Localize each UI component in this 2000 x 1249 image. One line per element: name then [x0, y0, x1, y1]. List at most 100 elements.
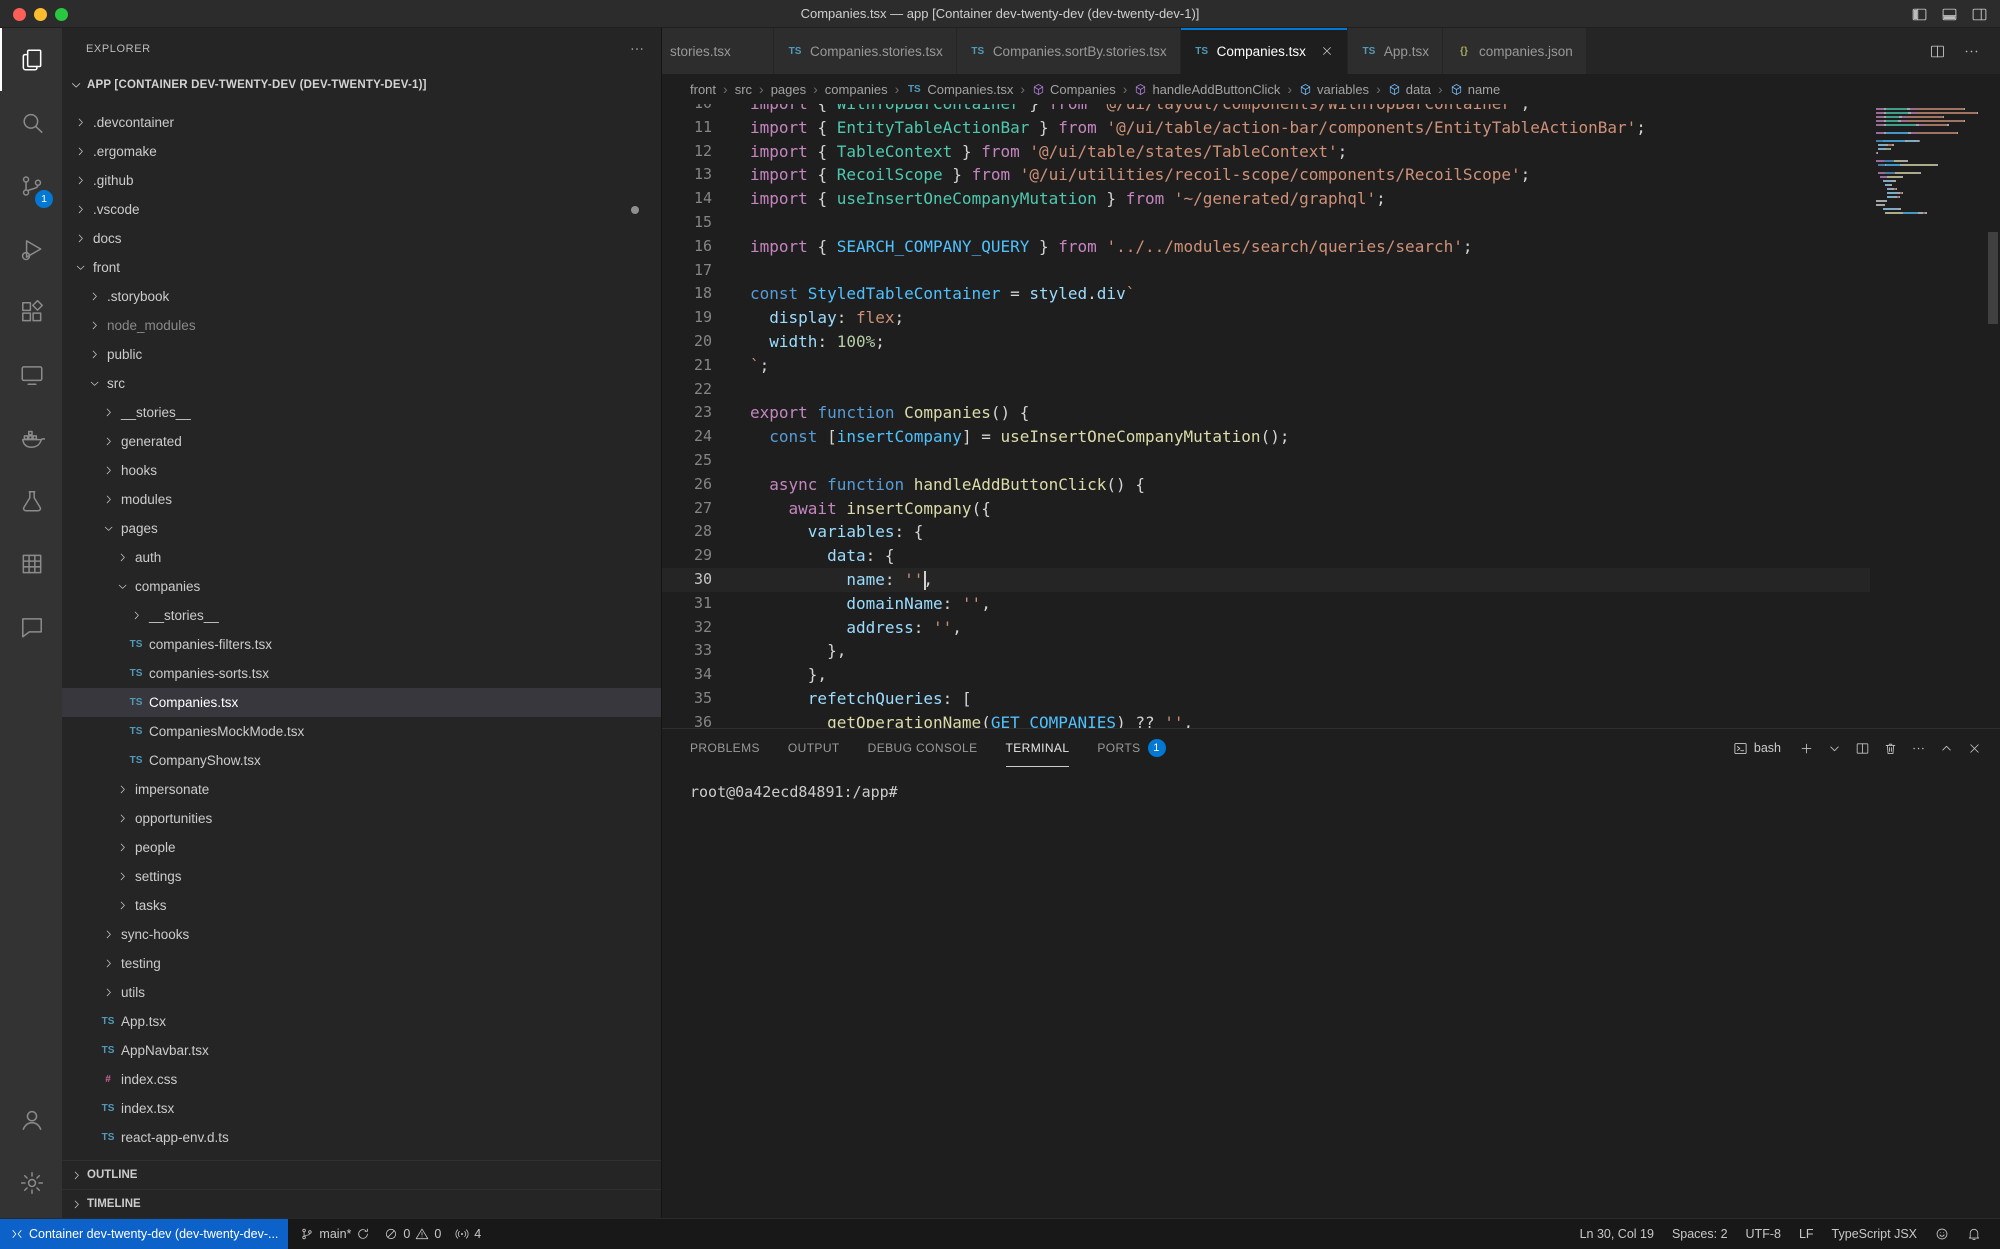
- section-outline[interactable]: OUTLINE: [62, 1160, 661, 1189]
- activity-extensions-button[interactable]: [0, 280, 62, 343]
- indentation[interactable]: Spaces: 2: [1663, 1219, 1737, 1249]
- tree-item-tasks[interactable]: tasks: [62, 891, 661, 920]
- tab-App.tsx[interactable]: TSApp.tsx: [1348, 28, 1443, 74]
- code-line-26[interactable]: 26 async function handleAddButtonClick()…: [662, 473, 1870, 497]
- breadcrumb-item[interactable]: front: [690, 82, 716, 97]
- tree-item-.storybook[interactable]: .storybook: [62, 282, 661, 311]
- code-line-31[interactable]: 31 domainName: '',: [662, 592, 1870, 616]
- panel-tab-terminal[interactable]: TERMINAL: [1006, 729, 1070, 767]
- tree-item-public[interactable]: public: [62, 340, 661, 369]
- notifications[interactable]: [1958, 1219, 1990, 1249]
- tree-item-react-app-env.d.ts[interactable]: TSreact-app-env.d.ts: [62, 1123, 661, 1152]
- close-panel-icon[interactable]: [1967, 741, 1982, 756]
- tree-item-.github[interactable]: .github: [62, 166, 661, 195]
- section-timeline[interactable]: TIMELINE: [62, 1189, 661, 1218]
- code-line-28[interactable]: 28 variables: {: [662, 520, 1870, 544]
- branch-indicator[interactable]: main*: [293, 1219, 377, 1249]
- tree-item-companies-sorts.tsx[interactable]: TScompanies-sorts.tsx: [62, 659, 661, 688]
- code-line-15[interactable]: 15: [662, 211, 1870, 235]
- code-line-30[interactable]: 30 name: '',: [662, 568, 1870, 592]
- tree-item-node_modules[interactable]: node_modules: [62, 311, 661, 340]
- breadcrumb-item[interactable]: src: [735, 82, 752, 97]
- kill-terminal-icon[interactable]: [1883, 741, 1898, 756]
- code-line-29[interactable]: 29 data: {: [662, 544, 1870, 568]
- code-line-18[interactable]: 18const StyledTableContainer = styled.di…: [662, 282, 1870, 306]
- breadcrumb-item[interactable]: Companies: [1032, 82, 1116, 97]
- activity-comments-button[interactable]: [0, 595, 62, 658]
- tree-item-__stories__[interactable]: __stories__: [62, 398, 661, 427]
- minimap[interactable]: [1876, 108, 1984, 216]
- tree-item-CompanyShow.tsx[interactable]: TSCompanyShow.tsx: [62, 746, 661, 775]
- terminal-content[interactable]: root@0a42ecd84891:/app#: [662, 767, 2000, 1218]
- code-editor[interactable]: 10import { WithTopBarContainer } from '@…: [662, 104, 2000, 728]
- toggle-secondary-sidebar-icon[interactable]: [1971, 6, 1988, 23]
- toggle-panel-icon[interactable]: [1941, 6, 1958, 23]
- tree-item-companies-filters.tsx[interactable]: TScompanies-filters.tsx: [62, 630, 661, 659]
- terminal-instance[interactable]: bash: [1733, 741, 1781, 756]
- tree-item-.vscode[interactable]: .vscode: [62, 195, 661, 224]
- tree-item-src[interactable]: src: [62, 369, 661, 398]
- tab-companies.json[interactable]: {}companies.json: [1443, 28, 1587, 74]
- breadcrumb-item[interactable]: data: [1388, 82, 1431, 97]
- tree-item-.ergomake[interactable]: .ergomake: [62, 137, 661, 166]
- tree-item-index.tsx[interactable]: TSindex.tsx: [62, 1094, 661, 1123]
- code-line-27[interactable]: 27 await insertCompany({: [662, 497, 1870, 521]
- tree-item-front[interactable]: front: [62, 253, 661, 282]
- activity-run-and-debug-button[interactable]: [0, 217, 62, 280]
- breadcrumb-item[interactable]: name: [1450, 82, 1501, 97]
- tree-item-CompaniesMockMode.tsx[interactable]: TSCompaniesMockMode.tsx: [62, 717, 661, 746]
- tree-item-Companies.tsx[interactable]: TSCompanies.tsx: [62, 688, 661, 717]
- tree-item-companies[interactable]: companies: [62, 572, 661, 601]
- tab-Companies.sortBy.stories.tsx[interactable]: TSCompanies.sortBy.stories.tsx: [957, 28, 1181, 74]
- tree-item-.devcontainer[interactable]: .devcontainer: [62, 108, 661, 137]
- split-terminal-icon[interactable]: [1855, 741, 1870, 756]
- activity-search-button[interactable]: [0, 91, 62, 154]
- split-editor-icon[interactable]: [1929, 43, 1946, 60]
- code-line-33[interactable]: 33 },: [662, 639, 1870, 663]
- tree-item-opportunities[interactable]: opportunities: [62, 804, 661, 833]
- tree-item-__stories__[interactable]: __stories__: [62, 601, 661, 630]
- code-line-32[interactable]: 32 address: '',: [662, 616, 1870, 640]
- section-header[interactable]: APP [CONTAINER DEV-TWENTY-DEV (DEV-TWENT…: [62, 70, 661, 100]
- code-line-17[interactable]: 17: [662, 259, 1870, 283]
- tree-item-settings[interactable]: settings: [62, 862, 661, 891]
- activity-source-control-button[interactable]: 1: [0, 154, 62, 217]
- panel-tab-problems[interactable]: PROBLEMS: [690, 729, 760, 767]
- editor-scrollbar[interactable]: [1988, 232, 1998, 324]
- toggle-sidebar-icon[interactable]: [1911, 6, 1928, 23]
- maximize-panel-icon[interactable]: [1939, 741, 1954, 756]
- tree-item-sync-hooks[interactable]: sync-hooks: [62, 920, 661, 949]
- panel-tab-debug-console[interactable]: DEBUG CONSOLE: [868, 729, 978, 767]
- code-line-22[interactable]: 22: [662, 378, 1870, 402]
- tab-stories.tsx[interactable]: stories.tsx: [662, 28, 774, 74]
- tree-item-hooks[interactable]: hooks: [62, 456, 661, 485]
- more-actions-icon[interactable]: [1963, 43, 1980, 60]
- eol[interactable]: LF: [1790, 1219, 1823, 1249]
- breadcrumb-item[interactable]: pages: [771, 82, 806, 97]
- cursor-position[interactable]: Ln 30, Col 19: [1571, 1219, 1663, 1249]
- code-line-10[interactable]: 10import { WithTopBarContainer } from '@…: [662, 104, 1870, 116]
- minimize-window-button[interactable]: [34, 8, 47, 21]
- code-line-11[interactable]: 11import { EntityTableActionBar } from '…: [662, 116, 1870, 140]
- explorer-actions-icon[interactable]: [629, 41, 645, 57]
- tree-item-auth[interactable]: auth: [62, 543, 661, 572]
- code-line-23[interactable]: 23export function Companies() {: [662, 401, 1870, 425]
- code-line-34[interactable]: 34 },: [662, 663, 1870, 687]
- code-line-19[interactable]: 19 display: flex;: [662, 306, 1870, 330]
- close-icon[interactable]: [1320, 44, 1334, 58]
- code-line-21[interactable]: 21`;: [662, 354, 1870, 378]
- tree-item-pages[interactable]: pages: [62, 514, 661, 543]
- tree-item-modules[interactable]: modules: [62, 485, 661, 514]
- tree-item-utils[interactable]: utils: [62, 978, 661, 1007]
- maximize-window-button[interactable]: [55, 8, 68, 21]
- tree-item-App.tsx[interactable]: TSApp.tsx: [62, 1007, 661, 1036]
- breadcrumb-item[interactable]: variables: [1299, 82, 1369, 97]
- code-line-13[interactable]: 13import { RecoilScope } from '@/ui/util…: [662, 163, 1870, 187]
- activity-explorer-button[interactable]: [0, 28, 62, 91]
- code-line-12[interactable]: 12import { TableContext } from '@/ui/tab…: [662, 140, 1870, 164]
- panel-tab-ports[interactable]: PORTS1: [1097, 729, 1165, 767]
- breadcrumb-item[interactable]: handleAddButtonClick: [1134, 82, 1280, 97]
- tree-item-impersonate[interactable]: impersonate: [62, 775, 661, 804]
- code-line-24[interactable]: 24 const [insertCompany] = useInsertOneC…: [662, 425, 1870, 449]
- activity-test-explorer-button[interactable]: [0, 469, 62, 532]
